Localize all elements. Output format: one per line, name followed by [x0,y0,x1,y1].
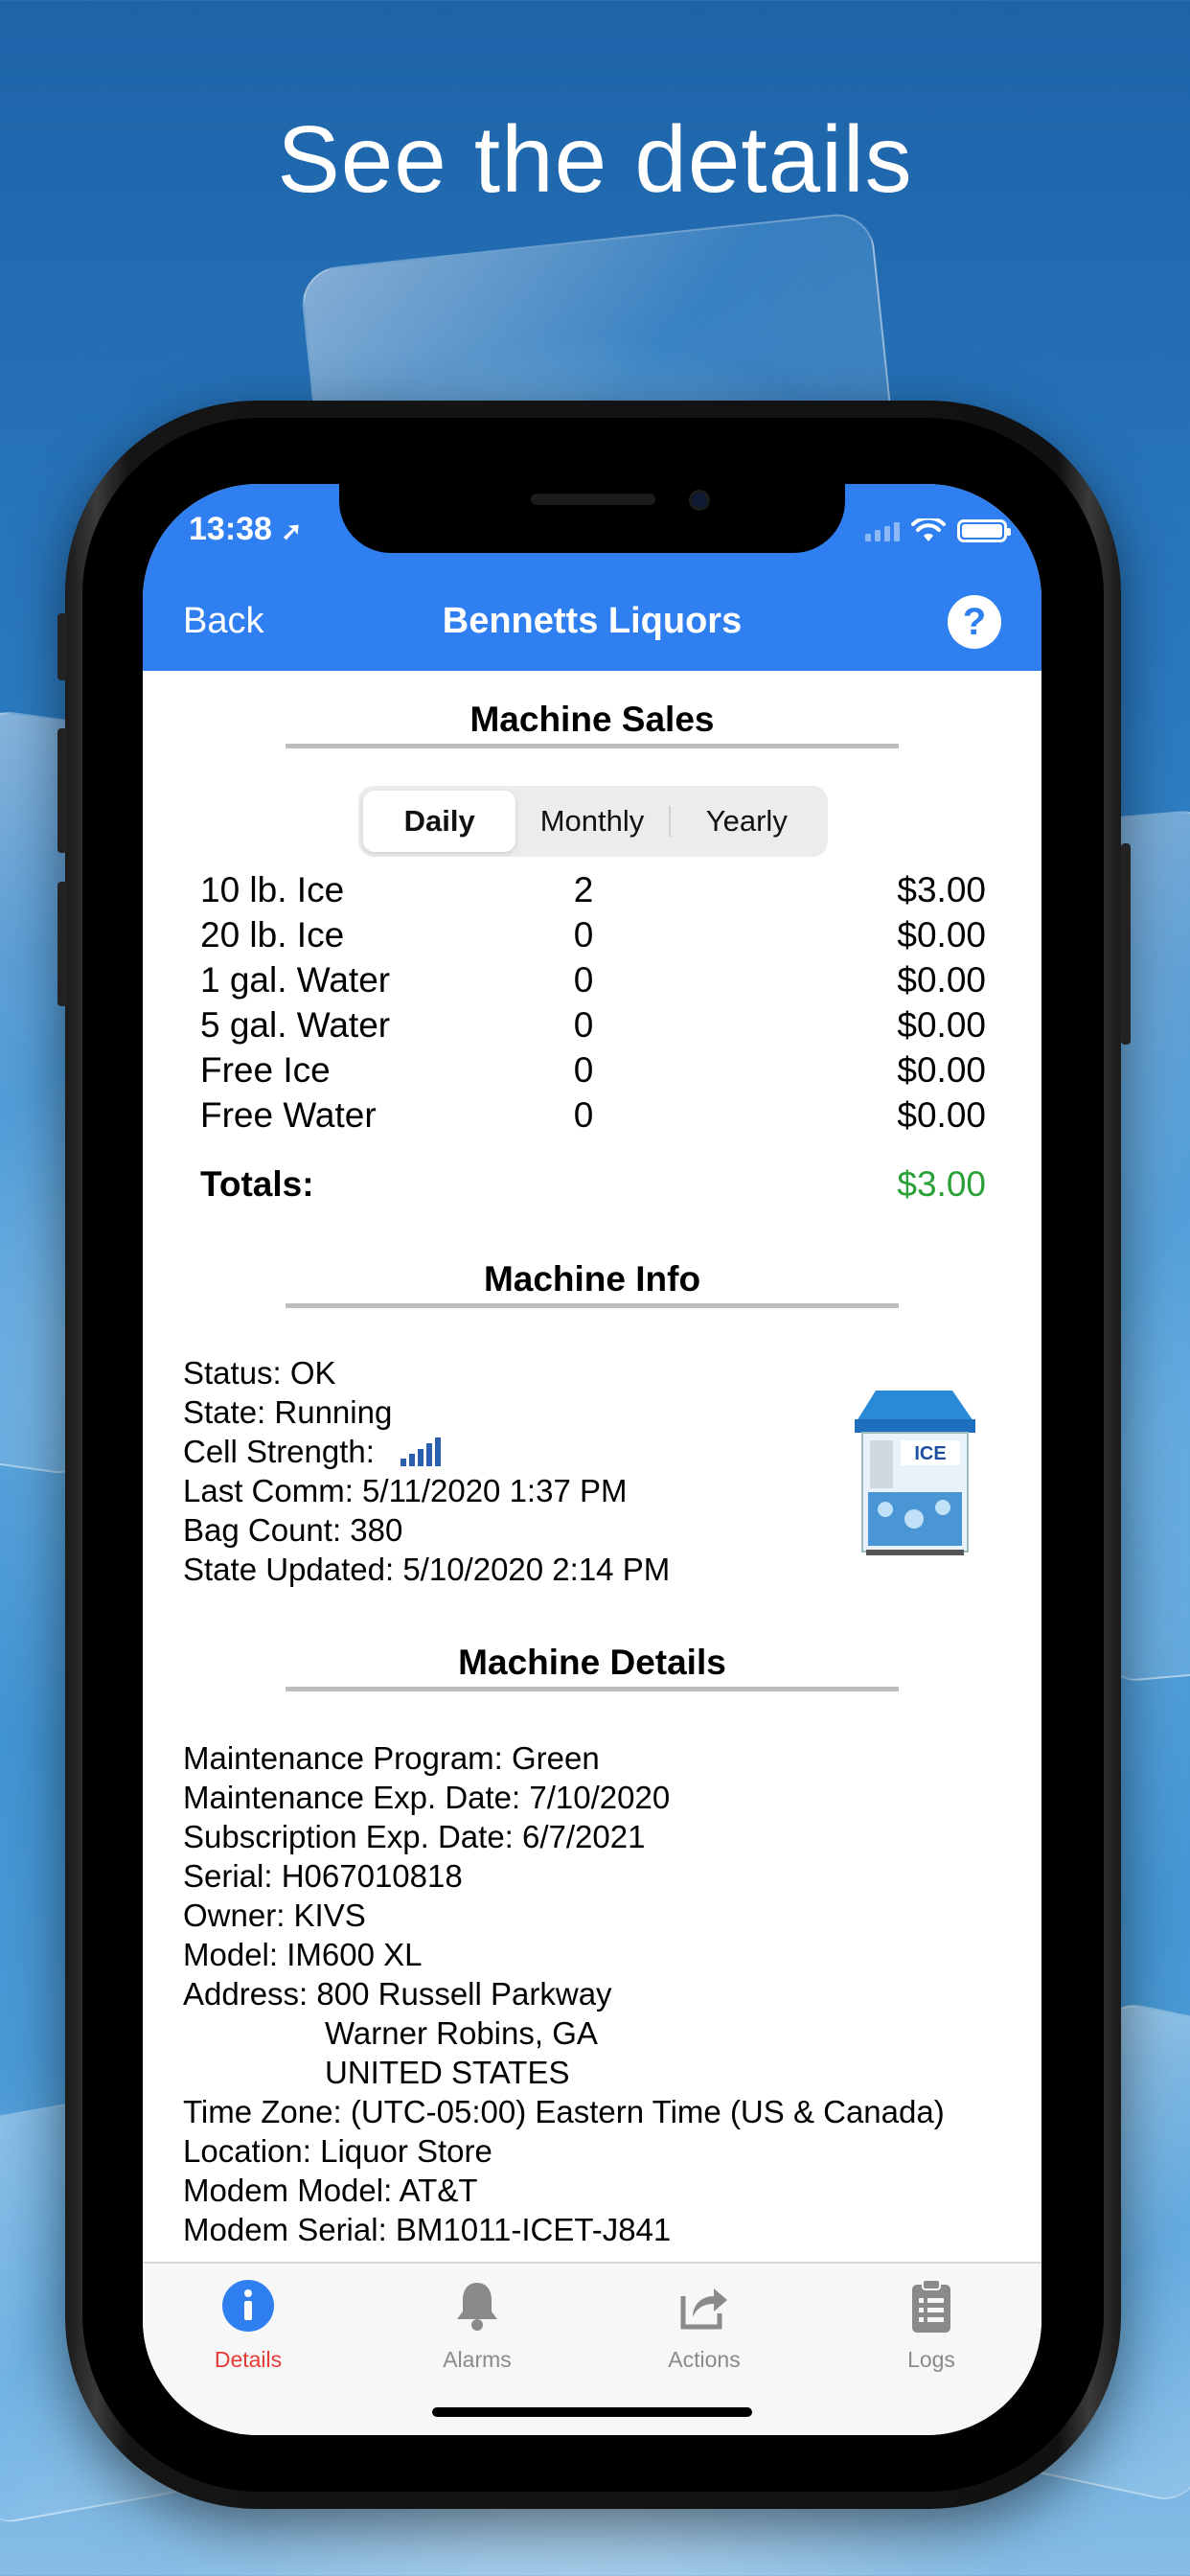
sales-item-qty: 0 [573,1005,594,1045]
info-icon [222,2280,274,2332]
sales-item-amount: $0.00 [897,915,986,954]
segment-daily[interactable]: Daily [363,791,516,852]
sales-item-name: Free Ice [200,1050,331,1090]
sales-item-qty: 0 [573,1050,594,1090]
tab-alarms[interactable]: Alarms [391,2277,563,2373]
sales-item-amount: $3.00 [897,870,986,909]
cell-signal-icon [865,520,900,541]
sales-row: Free Water 0 $0.00 [200,1095,986,1138]
tab-label: Details [214,2347,283,2372]
share-icon [680,2288,727,2330]
sales-item-amount: $0.00 [897,1005,986,1045]
sales-row: Free Ice 0 $0.00 [200,1050,986,1092]
detail-subscription-exp: Subscription Exp. Date: 6/7/2021 [183,1819,646,1854]
segment-yearly[interactable]: Yearly [671,791,823,852]
info-bag-count: Bag Count: 380 [183,1512,403,1548]
tab-logs[interactable]: Logs [845,2277,1018,2373]
nav-bar: Back Bennetts Liquors ? [143,580,1041,671]
machine-info-title: Machine Info [483,1259,701,1299]
address-label: Address: [183,1976,309,2012]
info-state: State: Running [183,1394,393,1430]
sales-item-name: Free Water [200,1095,377,1135]
sales-item-qty: 0 [573,960,594,1000]
section-divider [286,1687,899,1691]
cell-strength-label: Cell Strength: [183,1434,375,1469]
tab-label: Logs [907,2347,955,2372]
detail-serial: Serial: H067010818 [183,1858,463,1894]
wifi-icon [911,518,946,541]
phone-screen: 13:38 ➚ Back Bennetts Liquors ? Machine … [143,484,1041,2435]
phone-volume-down [57,882,67,1006]
detail-modem-serial: Modem Serial: BM1011-ICET-J841 [183,2212,672,2247]
machine-info-list: Status: OK State: Running Cell Strength:… [183,1353,670,1589]
section-divider [286,1303,899,1308]
detail-time-zone: Time Zone: (UTC-05:00) Eastern Time (US … [183,2094,945,2129]
headline: See the details [277,106,913,212]
status-time: 13:38 ➚ [189,511,303,547]
totals-amount: $3.00 [897,1164,986,1204]
address-line-2: Warner Robins, GA [325,2015,598,2051]
detail-location: Location: Liquor Store [183,2133,492,2169]
address-line-3: UNITED STATES [325,2055,570,2090]
help-icon[interactable]: ? [948,595,1001,649]
phone-side-button [57,613,67,680]
sales-item-name: 20 lb. Ice [200,915,345,954]
tab-details[interactable]: Details [162,2277,334,2373]
cell-strength-bars-icon [400,1438,442,1466]
tab-label: Alarms [443,2347,512,2372]
detail-address: Address: 800 Russell Parkway [183,1974,945,2013]
sales-totals-row: Totals: $3.00 [200,1164,986,1207]
sales-item-name: 5 gal. Water [200,1005,391,1045]
sales-item-amount: $0.00 [897,1050,986,1090]
machine-details-list: Maintenance Program: Green Maintenance E… [183,1738,945,2249]
period-segmented-control[interactable]: Daily Monthly Yearly [358,786,828,857]
sales-item-qty: 2 [573,870,594,909]
home-indicator[interactable] [432,2407,752,2417]
details-content[interactable]: Machine Sales Daily Monthly Yearly 10 lb… [143,671,1041,2262]
info-cell-strength: Cell Strength: [183,1432,670,1471]
sales-item-amount: $0.00 [897,1095,986,1135]
sales-row: 20 lb. Ice 0 $0.00 [200,915,986,957]
detail-maintenance-exp: Maintenance Exp. Date: 7/10/2020 [183,1780,671,1815]
location-arrow-icon: ➚ [281,517,303,545]
sales-row: 10 lb. Ice 2 $3.00 [200,870,986,912]
detail-model: Model: IM600 XL [183,1937,423,1972]
sales-item-qty: 0 [573,1095,594,1135]
segment-monthly[interactable]: Monthly [515,791,668,852]
sales-item-name: 10 lb. Ice [200,870,345,909]
notch [339,484,845,553]
sales-row: 5 gal. Water 0 $0.00 [200,1005,986,1047]
detail-modem-model: Modem Model: AT&T [183,2173,478,2208]
tab-actions[interactable]: Actions [618,2277,790,2373]
info-status: Status: OK [183,1355,336,1391]
detail-maintenance-program: Maintenance Program: Green [183,1740,600,1776]
info-last-comm: Last Comm: 5/11/2020 1:37 PM [183,1473,628,1508]
clipboard-icon [912,2279,950,2333]
phone-power-button [1121,843,1131,1045]
address-line-1: 800 Russell Parkway [316,1976,612,2012]
phone-volume-up [57,728,67,853]
sales-item-amount: $0.00 [897,960,986,1000]
machine-sales-title: Machine Sales [469,700,715,739]
detail-owner: Owner: KIVS [183,1898,366,1933]
nav-title: Bennetts Liquors [442,601,743,641]
section-divider [286,744,899,748]
tab-label: Actions [668,2347,741,2372]
sales-row: 1 gal. Water 0 $0.00 [200,960,986,1002]
machine-details-title: Machine Details [458,1643,726,1682]
svg-text:ICE: ICE [914,1443,946,1464]
ice-machine-image: ICE [855,1391,975,1555]
sales-item-qty: 0 [573,915,594,954]
info-state-updated: State Updated: 5/10/2020 2:14 PM [183,1552,671,1587]
battery-icon [957,519,1011,542]
sales-item-name: 1 gal. Water [200,960,391,1000]
bell-icon [457,2283,497,2331]
status-bar: 13:38 ➚ Back Bennetts Liquors ? [143,484,1041,671]
totals-label: Totals: [200,1164,314,1204]
